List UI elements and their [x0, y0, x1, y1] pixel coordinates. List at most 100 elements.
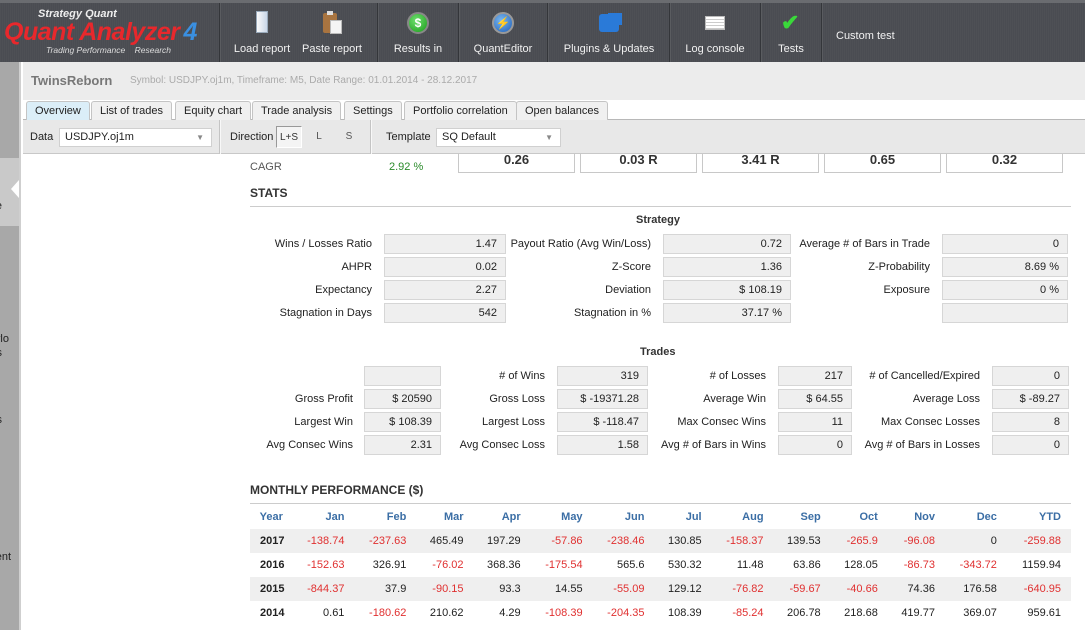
tab-overview[interactable]: Overview	[26, 101, 90, 120]
load-report-button[interactable]: Load report	[227, 3, 297, 62]
month-value-cell: -158.37	[711, 529, 774, 553]
tab-trade-analysis[interactable]: Trade analysis	[252, 101, 342, 120]
month-value-cell: 139.53	[773, 529, 831, 553]
quanteditor-label: QuantEditor	[473, 43, 533, 55]
sidebar-item-label[interactable]: rlo	[0, 333, 9, 345]
tests-button[interactable]: ✔ Tests	[763, 3, 819, 62]
sidebar-item-label[interactable]: s	[0, 414, 2, 426]
column-header[interactable]: YTD	[1007, 505, 1071, 529]
tab-settings[interactable]: Settings	[344, 101, 402, 120]
month-value-cell: -844.37	[292, 577, 355, 601]
column-header[interactable]: Dec	[945, 505, 1007, 529]
stat-label: Avg Consec Wins	[266, 439, 353, 451]
toolbar-divider	[821, 3, 822, 62]
direction-long-short-button[interactable]: L+S	[276, 126, 302, 148]
column-header[interactable]: Jul	[654, 505, 711, 529]
column-header[interactable]: Aug	[712, 505, 774, 529]
collapse-arrow-icon[interactable]	[11, 180, 19, 198]
paste-report-button[interactable]: Paste report	[298, 3, 366, 62]
month-value-cell: 206.78	[787, 607, 821, 619]
column-header[interactable]: Nov	[888, 505, 945, 529]
column-header[interactable]: Oct	[831, 505, 888, 529]
direction-short-button[interactable]: S	[336, 126, 362, 148]
stat-label: Avg # of Bars in Losses	[864, 439, 980, 451]
month-value-cell: 369.07	[963, 607, 997, 619]
table-row: 2016 -152.63 326.91 -76.02 368.36 -175.54 565.…	[250, 553, 1071, 577]
month-value-cell: 130.85	[654, 529, 712, 553]
column-header[interactable]: Year	[250, 505, 293, 529]
month-value-cell: -90.15	[416, 577, 474, 601]
sidebar-item-label[interactable]: ent	[0, 551, 11, 563]
stat-label: Exposure	[883, 284, 930, 296]
sidebar-item-label[interactable]: s	[0, 347, 2, 359]
clipboard-icon	[320, 11, 344, 35]
kpi-value: 0.32	[946, 153, 1063, 173]
month-value-cell: 218.68	[844, 607, 878, 619]
month-value-cell: -96.08	[887, 529, 945, 553]
tab-portfolio-correlation[interactable]: Portfolio correlation	[404, 101, 517, 120]
year-cell: 2014	[260, 607, 285, 619]
stat-label: Payout Ratio (Avg Win/Loss)	[510, 238, 651, 250]
cagr-label: CAGR	[250, 161, 282, 173]
custom-test-button[interactable]: Custom test	[836, 30, 895, 42]
data-select-value: USDJPY.oj1m	[65, 131, 134, 143]
stat-label: Max Consec Wins	[677, 416, 766, 428]
direction-long-button[interactable]: L	[306, 126, 332, 148]
logo-tagline: Trading Performance Research	[46, 45, 172, 55]
template-select[interactable]: SQ Default ▼	[436, 128, 561, 147]
stat-value: 0 %	[942, 280, 1068, 300]
strategy-name: TwinsReborn	[31, 73, 113, 88]
sidebar-item-label[interactable]: e	[0, 200, 2, 212]
month-value-cell: 959.61	[1027, 607, 1061, 619]
stat-label: # of Losses	[709, 370, 766, 382]
month-value-cell: -57.86	[530, 529, 593, 553]
column-header[interactable]: Jun	[593, 505, 655, 529]
stat-value: 8	[992, 412, 1069, 432]
month-value-cell: 93.3	[473, 577, 531, 601]
month-value-cell: 63.86	[793, 559, 821, 571]
month-value-cell: -237.63	[354, 529, 417, 553]
month-value-cell: -55.09	[592, 577, 655, 601]
plugins-updates-button[interactable]: Plugins & Updates	[550, 3, 668, 62]
column-header[interactable]: Mar	[416, 505, 473, 529]
toolbar-divider	[458, 3, 459, 62]
year-cell: 2017	[250, 529, 293, 553]
quanteditor-button[interactable]: ⚡ QuantEditor	[462, 3, 544, 62]
month-value-cell: -152.63	[307, 559, 345, 571]
month-value-cell: -343.72	[959, 559, 997, 571]
kpi-value: 0.26	[458, 153, 575, 173]
results-in-button[interactable]: $ Results in	[380, 3, 456, 62]
toolbar-divider	[219, 3, 220, 62]
month-value-cell: 176.58	[944, 577, 1007, 601]
plugins-updates-label: Plugins & Updates	[563, 43, 655, 55]
kpi-value: 3.41 R	[702, 153, 819, 173]
column-header[interactable]: Feb	[354, 505, 416, 529]
table-row: 2014 0.61 -180.62 210.62 4.29 -108.39 -204.35 1…	[250, 601, 1071, 625]
year-cell: 2016	[260, 559, 285, 571]
month-value-cell: 419.77	[901, 607, 935, 619]
stat-value: 0	[992, 366, 1069, 386]
tab-open-balances[interactable]: Open balances	[516, 101, 608, 120]
tab-equity-chart[interactable]: Equity chart	[175, 101, 252, 120]
column-header[interactable]: Sep	[774, 505, 831, 529]
column-header[interactable]: Apr	[474, 505, 531, 529]
toolbar-divider	[377, 3, 378, 62]
month-value-cell: 4.29	[499, 607, 521, 619]
column-header[interactable]: May	[531, 505, 593, 529]
log-console-button[interactable]: Log console	[672, 3, 758, 62]
month-value-cell: -175.54	[545, 559, 583, 571]
stat-label: # of Cancelled/Expired	[869, 370, 980, 382]
logo-name: Quant Analyzer 4	[4, 18, 197, 47]
month-value-cell: 14.55	[530, 577, 593, 601]
filter-divider	[219, 120, 220, 154]
tab-list-of-trades[interactable]: List of trades	[91, 101, 172, 120]
stat-label: Avg # of Bars in Wins	[661, 439, 766, 451]
data-select[interactable]: USDJPY.oj1m ▼	[59, 128, 212, 147]
overview-panel: CAGR 2.92 % 0.26 0.03 R 3.41 R 0.65 0.32…	[23, 153, 1085, 630]
column-header[interactable]: Jan	[293, 505, 355, 529]
month-value-cell: 11.48	[736, 559, 764, 571]
tab-bar: Overview List of trades Equity chart Tra…	[23, 100, 1085, 120]
log-console-label: Log console	[685, 43, 745, 55]
month-value-cell: 368.36	[486, 559, 521, 571]
filter-bar: Data USDJPY.oj1m ▼ Direction L+S L S Tem…	[23, 120, 1085, 154]
